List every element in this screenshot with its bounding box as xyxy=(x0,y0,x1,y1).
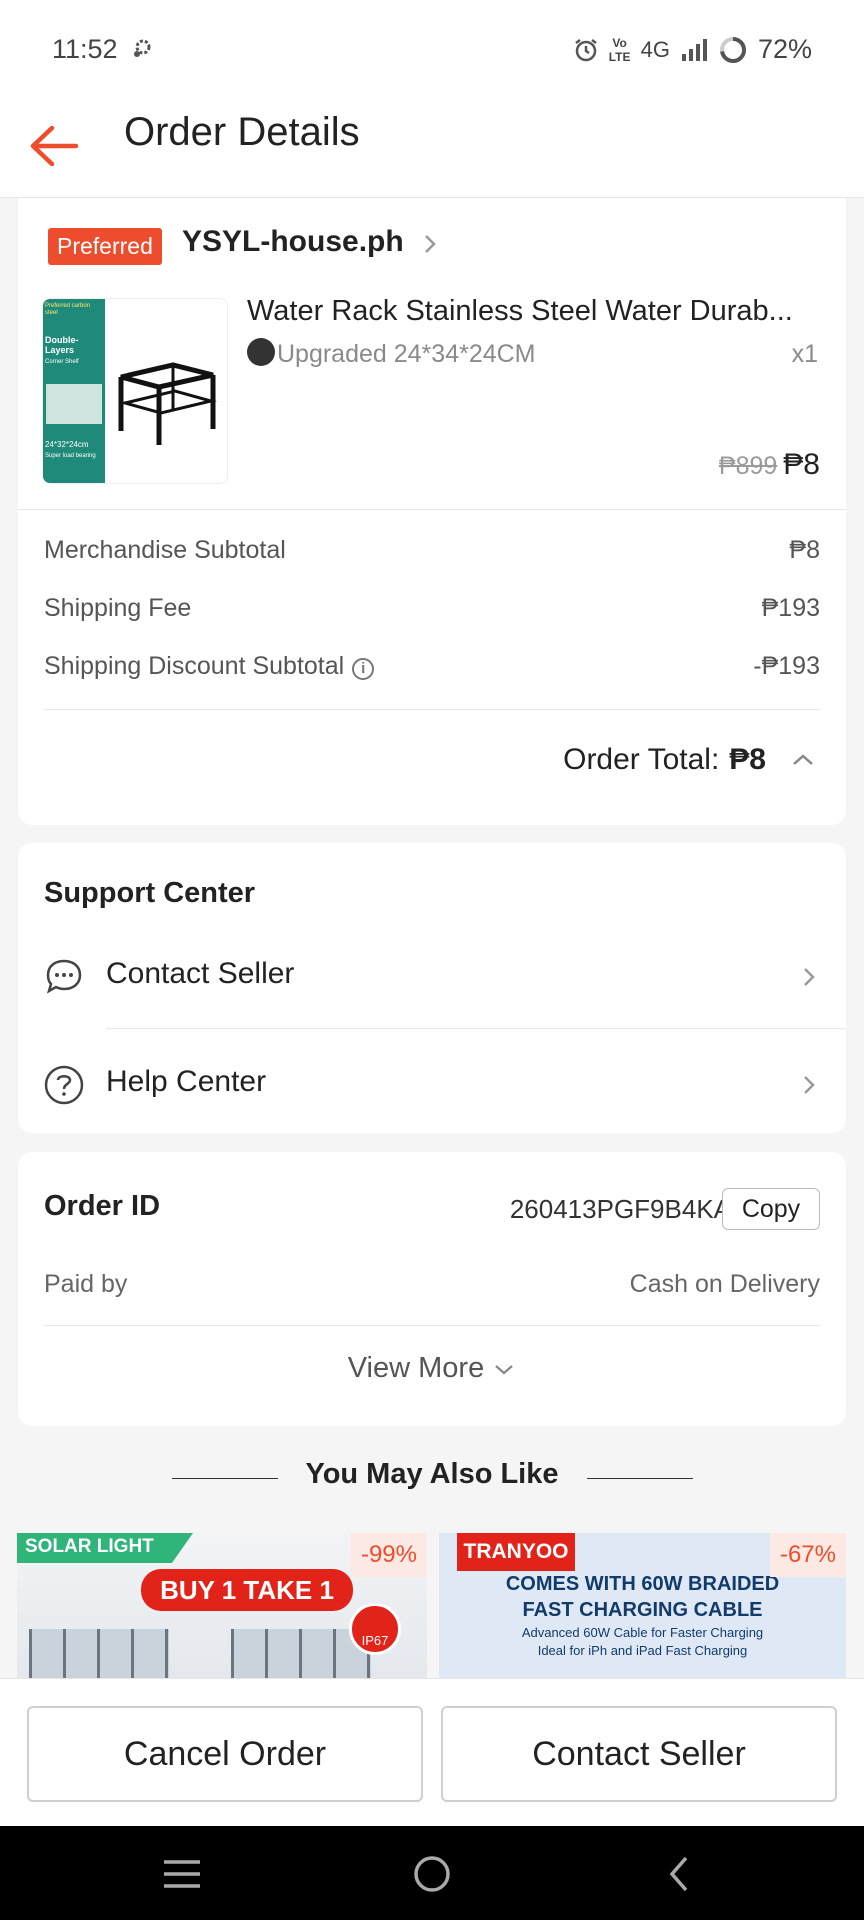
fee-value: -₱193 xyxy=(753,652,820,680)
promo-subtext: Advanced 60W Cable for Faster Charging xyxy=(521,1625,764,1640)
chevron-up-icon xyxy=(793,754,813,765)
help-center-label: Help Center xyxy=(106,1065,267,1098)
divider xyxy=(106,1028,846,1029)
help-center-row[interactable]: Help Center xyxy=(18,1033,846,1133)
fee-value: ₱193 xyxy=(761,594,820,622)
ip67-badge: IP67 xyxy=(349,1603,401,1655)
back-arrow-icon xyxy=(30,125,79,167)
product-variant: Upgraded 24*34*24CM xyxy=(247,338,536,369)
recommendations-title: You May Also Like xyxy=(305,1458,559,1490)
promo-tag-text: SOLAR LIGHT xyxy=(25,1536,154,1557)
fee-value: ₱8 xyxy=(789,536,820,564)
order-items-card: Preferred YSYL-house.ph Preferred carbon… xyxy=(18,198,846,825)
fee-label: Shipping Discount Subtotal xyxy=(44,652,345,680)
product-quantity: x1 xyxy=(791,340,818,368)
chevron-right-icon[interactable] xyxy=(418,230,442,258)
discount-badge: -67% xyxy=(769,1533,846,1577)
product-title[interactable]: Water Rack Stainless Steel Water Durab..… xyxy=(247,295,837,328)
fee-label: Merchandise Subtotal xyxy=(44,536,286,564)
fee-label-group: Shipping Discount Subtotal i xyxy=(44,652,375,681)
recent-apps-button[interactable] xyxy=(152,1846,212,1902)
volte-indicator: Vo LTE xyxy=(608,35,631,64)
product-image[interactable]: Preferred carbon steel Double-Layers Cor… xyxy=(42,298,228,484)
system-nav-bar xyxy=(0,1826,864,1920)
recommendations-header: You May Also Like xyxy=(0,1458,864,1498)
help-question-icon xyxy=(44,1065,84,1105)
fee-row-merchandise: Merchandise Subtotal ₱8 xyxy=(44,536,820,565)
view-more-label: View More xyxy=(347,1352,485,1384)
view-more-button[interactable]: View More xyxy=(18,1352,846,1385)
variant-dot-icon xyxy=(247,338,275,366)
divider xyxy=(44,1325,820,1326)
battery-ring-icon xyxy=(719,36,746,63)
home-circle-icon xyxy=(414,1856,450,1892)
chevron-right-icon xyxy=(804,968,815,986)
discount-badge: -99% xyxy=(350,1533,427,1577)
bottom-action-bar: Cancel Order Contact Seller xyxy=(0,1678,864,1826)
preferred-badge: Preferred xyxy=(48,228,162,265)
divider xyxy=(44,709,820,710)
paid-by-label: Paid by xyxy=(44,1270,128,1298)
chat-bubble-icon xyxy=(46,959,82,994)
product-image-subheading: Corner Shelf xyxy=(45,359,79,365)
order-total[interactable]: Order Total: ₱8 xyxy=(563,743,820,777)
product-image-heading: Double-Layers xyxy=(45,335,79,355)
product-image-size: 24*32*24cm xyxy=(45,440,89,449)
contact-seller-label: Contact Seller xyxy=(106,957,295,990)
current-price: ₱8 xyxy=(783,448,820,481)
product-image-banner: Preferred carbon steel Double-Layers Cor… xyxy=(43,299,105,483)
contact-seller-row[interactable]: Contact Seller xyxy=(18,925,846,1025)
order-info-card: Order ID 260413PGF9B4KA Copy Paid by Cas… xyxy=(18,1152,846,1426)
status-icons: Vo LTE 4G 72% xyxy=(573,34,812,65)
recommendation-card[interactable]: SOLAR LIGHT BUY 1 TAKE 1 IP67 -99% xyxy=(17,1533,427,1678)
original-price: ₱899 xyxy=(718,452,778,480)
promo-headline: FAST CHARGING CABLE xyxy=(522,1599,763,1621)
product-image-thumbs xyxy=(46,384,102,424)
network-type: 4G xyxy=(640,36,670,62)
page-title: Order Details xyxy=(124,110,360,154)
menu-lines-icon xyxy=(164,1860,200,1888)
fee-row-shipping: Shipping Fee ₱193 xyxy=(44,594,820,623)
order-id-value: 260413PGF9B4KA xyxy=(509,1194,731,1224)
order-total-label: Order Total: xyxy=(563,743,720,776)
cancel-order-button[interactable]: Cancel Order xyxy=(27,1706,423,1802)
support-center-title: Support Center xyxy=(44,877,256,909)
price-row: ₱899 ₱8 xyxy=(719,448,820,482)
copy-order-id-button[interactable]: Copy xyxy=(722,1188,820,1230)
product-image-tag: Preferred carbon steel xyxy=(45,303,91,316)
divider xyxy=(18,509,846,510)
solar-panel-image xyxy=(29,1629,169,1678)
back-chevron-icon xyxy=(669,1856,688,1892)
chevron-down-icon xyxy=(495,1365,513,1375)
home-button[interactable] xyxy=(402,1846,462,1902)
fee-row-shipping-discount: Shipping Discount Subtotal i -₱193 xyxy=(44,652,820,681)
back-nav-button[interactable] xyxy=(650,1846,710,1902)
back-button[interactable] xyxy=(26,118,82,174)
brand-logo: TRANYOO xyxy=(457,1533,575,1571)
rack-illustration xyxy=(118,362,217,445)
payment-method: Cash on Delivery xyxy=(629,1270,820,1298)
support-center-card: Support Center Contact Seller Help Cente… xyxy=(18,843,846,1133)
status-bar: 11:52 Vo LTE 4G 72% xyxy=(0,0,864,100)
battery-percent: 72% xyxy=(757,34,812,64)
recommendation-card[interactable]: TRANYOO COMES WITH 60W BRAIDED FAST CHAR… xyxy=(439,1533,846,1678)
shop-name[interactable]: YSYL-house.ph xyxy=(182,225,404,259)
product-image-footnote: Super load bearing xyxy=(45,453,96,459)
fee-label: Shipping Fee xyxy=(44,594,192,622)
alarm-icon xyxy=(574,38,597,61)
promo-headline: BUY 1 TAKE 1 xyxy=(141,1569,353,1611)
variant-text: Upgraded 24*34*24CM xyxy=(277,340,536,368)
order-total-value: ₱8 xyxy=(729,743,766,776)
settings-gear-icon xyxy=(134,39,151,57)
order-id-label: Order ID xyxy=(44,1190,161,1222)
info-icon[interactable]: i xyxy=(352,658,375,680)
divider xyxy=(587,1478,693,1479)
contact-seller-button[interactable]: Contact Seller xyxy=(441,1706,837,1802)
promo-subtext: Ideal for iPh and iPad Fast Charging xyxy=(537,1643,748,1658)
signal-icon xyxy=(681,38,707,61)
status-time: 11:52 xyxy=(52,34,118,64)
chevron-right-icon xyxy=(804,1076,815,1094)
